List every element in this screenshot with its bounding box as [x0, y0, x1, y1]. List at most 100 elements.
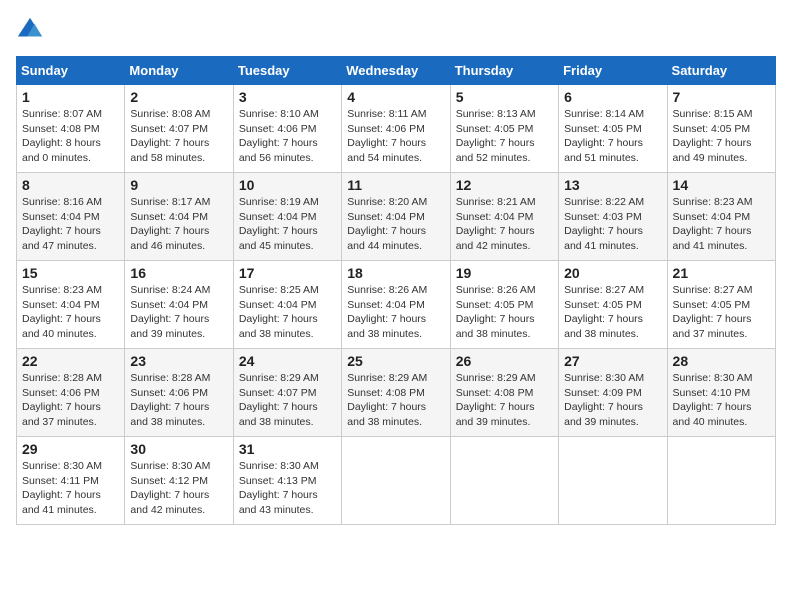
calendar-week-row: 1 Sunrise: 8:07 AMSunset: 4:08 PMDaylight… [17, 85, 776, 173]
calendar-cell [559, 437, 667, 525]
day-number: 5 [456, 89, 553, 105]
day-info: Sunrise: 8:30 AMSunset: 4:13 PMDaylight:… [239, 459, 336, 518]
day-info: Sunrise: 8:24 AMSunset: 4:04 PMDaylight:… [130, 283, 227, 342]
day-info: Sunrise: 8:19 AMSunset: 4:04 PMDaylight:… [239, 195, 336, 254]
day-number: 9 [130, 177, 227, 193]
calendar-cell: 18 Sunrise: 8:26 AMSunset: 4:04 PMDayligh… [342, 261, 450, 349]
header-day-tuesday: Tuesday [233, 57, 341, 85]
calendar-cell: 8 Sunrise: 8:16 AMSunset: 4:04 PMDaylight… [17, 173, 125, 261]
calendar-cell [450, 437, 558, 525]
day-info: Sunrise: 8:30 AMSunset: 4:11 PMDaylight:… [22, 459, 119, 518]
calendar-cell: 9Sunrise: 8:17 AMSunset: 4:04 PMDaylight… [125, 173, 233, 261]
day-info: Sunrise: 8:07 AMSunset: 4:08 PMDaylight:… [22, 107, 119, 166]
day-info: Sunrise: 8:10 AMSunset: 4:06 PMDaylight:… [239, 107, 336, 166]
day-info: Sunrise: 8:11 AMSunset: 4:06 PMDaylight:… [347, 107, 444, 166]
day-number: 22 [22, 353, 119, 369]
day-number: 7 [673, 89, 770, 105]
day-info: Sunrise: 8:29 AMSunset: 4:08 PMDaylight:… [347, 371, 444, 430]
day-info: Sunrise: 8:29 AMSunset: 4:08 PMDaylight:… [456, 371, 553, 430]
day-number: 10 [239, 177, 336, 193]
day-info: Sunrise: 8:30 AMSunset: 4:09 PMDaylight:… [564, 371, 661, 430]
day-number: 20 [564, 265, 661, 281]
calendar-cell: 11 Sunrise: 8:20 AMSunset: 4:04 PMDayligh… [342, 173, 450, 261]
calendar-cell: 22 Sunrise: 8:28 AMSunset: 4:06 PMDayligh… [17, 349, 125, 437]
calendar-cell: 15 Sunrise: 8:23 AMSunset: 4:04 PMDayligh… [17, 261, 125, 349]
day-info: Sunrise: 8:23 AMSunset: 4:04 PMDaylight:… [22, 283, 119, 342]
calendar-header-row: SundayMondayTuesdayWednesdayThursdayFrid… [17, 57, 776, 85]
calendar-cell: 27 Sunrise: 8:30 AMSunset: 4:09 PMDayligh… [559, 349, 667, 437]
calendar-cell: 31 Sunrise: 8:30 AMSunset: 4:13 PMDayligh… [233, 437, 341, 525]
header-day-friday: Friday [559, 57, 667, 85]
calendar-cell: 16 Sunrise: 8:24 AMSunset: 4:04 PMDayligh… [125, 261, 233, 349]
calendar-cell: 21Sunrise: 8:27 AMSunset: 4:05 PMDayligh… [667, 261, 775, 349]
day-number: 1 [22, 89, 119, 105]
day-number: 17 [239, 265, 336, 281]
calendar-cell: 3 Sunrise: 8:10 AMSunset: 4:06 PMDaylight… [233, 85, 341, 173]
calendar-cell: 23 Sunrise: 8:28 AMSunset: 4:06 PMDayligh… [125, 349, 233, 437]
day-number: 24 [239, 353, 336, 369]
calendar-cell: 5Sunrise: 8:13 AMSunset: 4:05 PMDaylight… [450, 85, 558, 173]
day-number: 23 [130, 353, 227, 369]
day-number: 14 [673, 177, 770, 193]
header-day-wednesday: Wednesday [342, 57, 450, 85]
calendar-cell: 19 Sunrise: 8:26 AMSunset: 4:05 PMDayligh… [450, 261, 558, 349]
calendar-cell: 2 Sunrise: 8:08 AMSunset: 4:07 PMDaylight… [125, 85, 233, 173]
calendar-week-row: 29 Sunrise: 8:30 AMSunset: 4:11 PMDayligh… [17, 437, 776, 525]
calendar-table: SundayMondayTuesdayWednesdayThursdayFrid… [16, 56, 776, 525]
day-number: 19 [456, 265, 553, 281]
day-info: Sunrise: 8:22 AMSunset: 4:03 PMDaylight:… [564, 195, 661, 254]
calendar-cell: 25 Sunrise: 8:29 AMSunset: 4:08 PMDayligh… [342, 349, 450, 437]
day-number: 3 [239, 89, 336, 105]
day-number: 25 [347, 353, 444, 369]
calendar-cell [342, 437, 450, 525]
day-number: 13 [564, 177, 661, 193]
calendar-cell: 26 Sunrise: 8:29 AMSunset: 4:08 PMDayligh… [450, 349, 558, 437]
calendar-week-row: 22 Sunrise: 8:28 AMSunset: 4:06 PMDayligh… [17, 349, 776, 437]
day-info: Sunrise: 8:20 AMSunset: 4:04 PMDaylight:… [347, 195, 444, 254]
calendar-cell: 30 Sunrise: 8:30 AMSunset: 4:12 PMDayligh… [125, 437, 233, 525]
day-number: 6 [564, 89, 661, 105]
calendar-cell: 6 Sunrise: 8:14 AMSunset: 4:05 PMDaylight… [559, 85, 667, 173]
day-info: Sunrise: 8:26 AMSunset: 4:04 PMDaylight:… [347, 283, 444, 342]
calendar-week-row: 8 Sunrise: 8:16 AMSunset: 4:04 PMDaylight… [17, 173, 776, 261]
day-info: Sunrise: 8:15 AMSunset: 4:05 PMDaylight:… [673, 107, 770, 166]
day-number: 2 [130, 89, 227, 105]
day-number: 12 [456, 177, 553, 193]
calendar-cell: 14Sunrise: 8:23 AMSunset: 4:04 PMDayligh… [667, 173, 775, 261]
day-number: 18 [347, 265, 444, 281]
calendar-cell: 17 Sunrise: 8:25 AMSunset: 4:04 PMDayligh… [233, 261, 341, 349]
day-number: 4 [347, 89, 444, 105]
calendar-cell: 13 Sunrise: 8:22 AMSunset: 4:03 PMDayligh… [559, 173, 667, 261]
day-info: Sunrise: 8:28 AMSunset: 4:06 PMDaylight:… [130, 371, 227, 430]
day-number: 31 [239, 441, 336, 457]
logo [16, 16, 48, 44]
calendar-cell: 29 Sunrise: 8:30 AMSunset: 4:11 PMDayligh… [17, 437, 125, 525]
calendar-cell [667, 437, 775, 525]
header-day-thursday: Thursday [450, 57, 558, 85]
day-number: 8 [22, 177, 119, 193]
header-day-sunday: Sunday [17, 57, 125, 85]
day-info: Sunrise: 8:28 AMSunset: 4:06 PMDaylight:… [22, 371, 119, 430]
day-info: Sunrise: 8:14 AMSunset: 4:05 PMDaylight:… [564, 107, 661, 166]
calendar-cell: 28Sunrise: 8:30 AMSunset: 4:10 PMDayligh… [667, 349, 775, 437]
day-info: Sunrise: 8:21 AMSunset: 4:04 PMDaylight:… [456, 195, 553, 254]
day-number: 26 [456, 353, 553, 369]
day-number: 27 [564, 353, 661, 369]
day-info: Sunrise: 8:16 AMSunset: 4:04 PMDaylight:… [22, 195, 119, 254]
day-number: 15 [22, 265, 119, 281]
calendar-week-row: 15 Sunrise: 8:23 AMSunset: 4:04 PMDayligh… [17, 261, 776, 349]
day-info: Sunrise: 8:27 AMSunset: 4:05 PMDaylight:… [673, 283, 770, 342]
day-info: Sunrise: 8:29 AMSunset: 4:07 PMDaylight:… [239, 371, 336, 430]
day-info: Sunrise: 8:08 AMSunset: 4:07 PMDaylight:… [130, 107, 227, 166]
day-number: 16 [130, 265, 227, 281]
day-number: 28 [673, 353, 770, 369]
calendar-cell: 1 Sunrise: 8:07 AMSunset: 4:08 PMDaylight… [17, 85, 125, 173]
day-info: Sunrise: 8:26 AMSunset: 4:05 PMDaylight:… [456, 283, 553, 342]
day-info: Sunrise: 8:25 AMSunset: 4:04 PMDaylight:… [239, 283, 336, 342]
day-number: 29 [22, 441, 119, 457]
calendar-cell: 7 Sunrise: 8:15 AMSunset: 4:05 PMDaylight… [667, 85, 775, 173]
day-info: Sunrise: 8:30 AMSunset: 4:12 PMDaylight:… [130, 459, 227, 518]
day-number: 11 [347, 177, 444, 193]
calendar-cell: 20Sunrise: 8:27 AMSunset: 4:05 PMDayligh… [559, 261, 667, 349]
day-number: 30 [130, 441, 227, 457]
